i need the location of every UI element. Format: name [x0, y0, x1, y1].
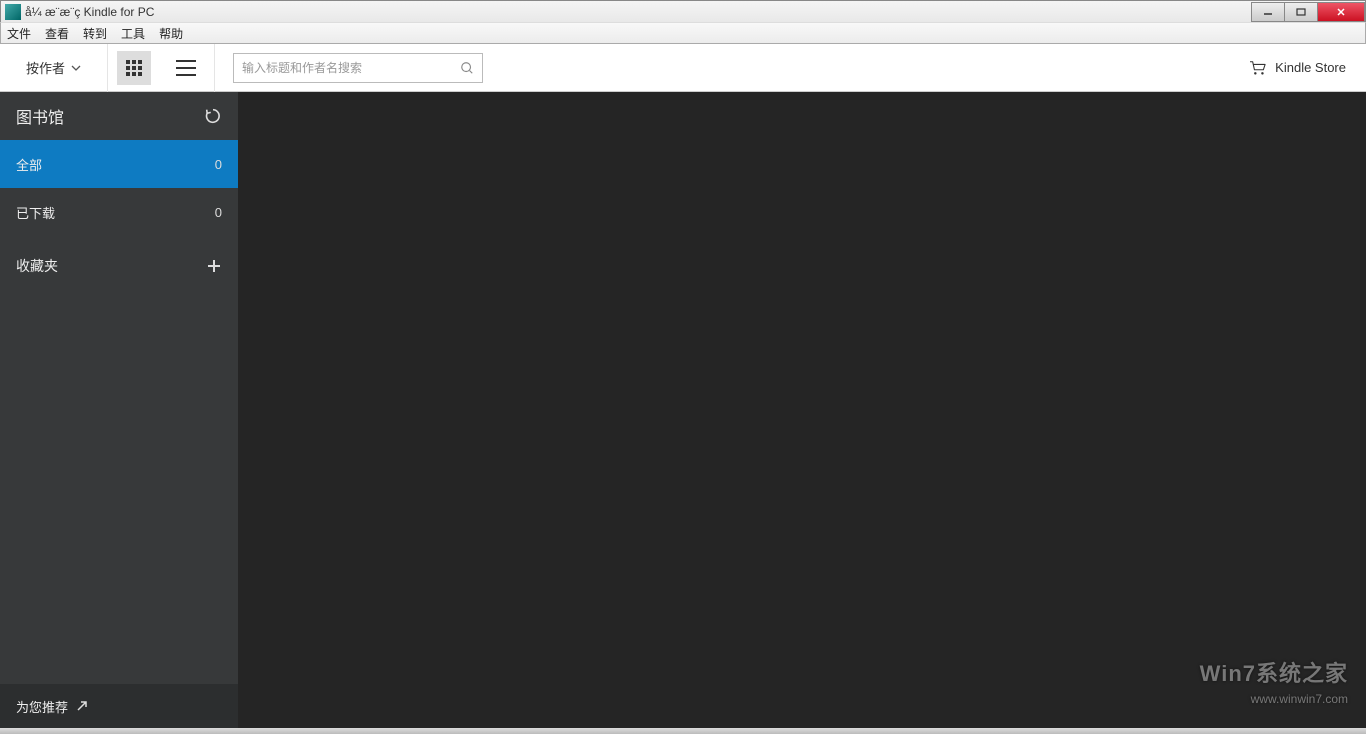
watermark-line2: www.winwin7.com [1251, 692, 1348, 706]
sidebar-item-downloaded[interactable]: 已下载 0 [0, 188, 238, 236]
search-icon [460, 61, 474, 75]
taskbar-sliver [0, 728, 1366, 734]
collections-label: 收藏夹 [16, 256, 58, 276]
window-titlebar: å¼ æ¨æ¨ç Kindle for PC [0, 0, 1366, 22]
menu-help[interactable]: 帮助 [159, 25, 183, 42]
sidebar-item-label: 全部 [16, 155, 42, 174]
search-input[interactable] [242, 61, 460, 75]
watermark-line1: Win7系统之家 [1200, 656, 1348, 688]
store-label: Kindle Store [1275, 60, 1346, 75]
plus-icon[interactable] [206, 258, 222, 274]
sidebar-collections-header: 收藏夹 [0, 242, 238, 290]
maximize-button[interactable] [1284, 2, 1318, 22]
menu-goto[interactable]: 转到 [83, 25, 107, 42]
menu-bar: 文件 查看 转到 工具 帮助 [0, 22, 1366, 44]
refresh-icon[interactable] [204, 107, 222, 125]
menu-file[interactable]: 文件 [7, 25, 31, 42]
minimize-icon [1262, 7, 1274, 17]
cart-icon [1249, 60, 1267, 76]
grid-icon [126, 60, 142, 76]
minimize-button[interactable] [1251, 2, 1285, 22]
grid-view-button[interactable] [108, 44, 160, 92]
sidebar-item-count: 0 [215, 205, 222, 220]
sidebar-item-count: 0 [215, 157, 222, 172]
chevron-down-icon [71, 65, 81, 71]
menu-view[interactable]: 查看 [45, 25, 69, 42]
sidebar-recommended[interactable]: 为您推荐 [0, 684, 238, 728]
sidebar-item-label: 已下载 [16, 203, 55, 222]
external-arrow-icon [76, 700, 88, 712]
close-button[interactable] [1317, 2, 1365, 22]
list-icon [176, 60, 196, 76]
toolbar: 按作者 Kindle Store [0, 44, 1366, 92]
sort-label: 按作者 [26, 58, 65, 77]
search-box[interactable] [233, 53, 483, 83]
content-area: Win7系统之家 www.winwin7.com [238, 92, 1366, 728]
toolbar-divider [214, 44, 215, 92]
sidebar: 图书馆 全部 0 已下载 0 收藏夹 [0, 92, 238, 728]
maximize-icon [1295, 7, 1307, 17]
menu-tools[interactable]: 工具 [121, 25, 145, 42]
window-title: å¼ æ¨æ¨ç Kindle for PC [25, 5, 1252, 19]
sort-dropdown[interactable]: 按作者 [0, 44, 108, 92]
close-icon [1335, 7, 1347, 17]
library-title: 图书馆 [16, 104, 64, 128]
recommended-label: 为您推荐 [16, 697, 68, 716]
sidebar-item-all[interactable]: 全部 0 [0, 140, 238, 188]
kindle-store-link[interactable]: Kindle Store [1249, 60, 1346, 76]
app-icon [5, 4, 21, 20]
sidebar-library-header: 图书馆 [0, 92, 238, 140]
list-view-button[interactable] [160, 44, 212, 92]
